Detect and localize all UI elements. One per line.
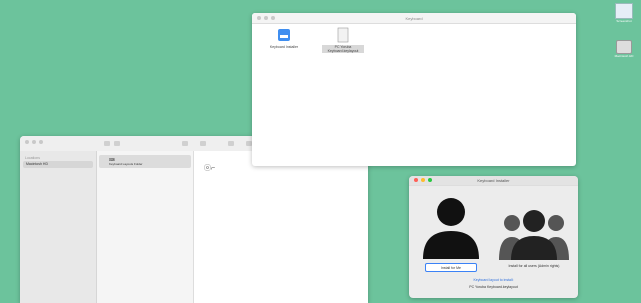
tag-icon[interactable] — [200, 141, 206, 146]
image-file-icon — [615, 3, 633, 19]
view-toggle-icon[interactable] — [104, 141, 110, 146]
desktop-icon-label: Macintosh HD — [614, 54, 634, 58]
sidebar-item-macintosh-hd[interactable]: Macintosh HD — [23, 161, 93, 168]
folder-titlebar: Keyboard — [252, 13, 576, 24]
install-for-all-users-label[interactable]: Install for all users (Admin rights) — [503, 264, 565, 269]
single-user-icon[interactable] — [421, 193, 481, 259]
file-keyboard-installer[interactable]: Keyboard Installer — [262, 27, 306, 49]
file-label: PC Yoruba Keyboard.keylayout — [322, 45, 364, 53]
install-for-me-button[interactable]: Install for Me — [425, 263, 477, 272]
list-item-label: Keyboard Layouts Folder — [109, 162, 143, 166]
finder-column: ⌨ Keyboard Layouts Folder — [97, 151, 194, 303]
hard-drive-icon — [616, 40, 632, 54]
keyboard-preview-icon: ⓞ⌐ — [204, 165, 216, 172]
window-title: Keyboard — [405, 16, 423, 21]
installer-window: Keyboard Installer Install for Me Instal… — [409, 176, 578, 298]
file-label: Keyboard Installer — [269, 45, 299, 49]
layout-name: PC Yoruba Keyboard.keylayout — [469, 285, 518, 289]
grid-view-icon[interactable] — [114, 141, 120, 146]
share-icon[interactable] — [182, 141, 188, 146]
installer-titlebar: Keyboard Installer — [409, 176, 578, 186]
window-title: Keyboard Installer — [477, 178, 510, 183]
desktop-icon-screenshot[interactable]: Screenshot — [610, 3, 638, 23]
more-icon[interactable] — [228, 141, 234, 146]
document-icon — [337, 27, 349, 43]
finder-sidebar: Locations Macintosh HD — [20, 151, 97, 303]
finder-preview: ⓞ⌐ — [194, 151, 368, 303]
window-controls — [25, 140, 43, 144]
file-keylayout[interactable]: PC Yoruba Keyboard.keylayout — [322, 27, 364, 53]
list-item[interactable]: ⌨ Keyboard Layouts Folder — [99, 155, 191, 168]
all-users-icon[interactable] — [499, 206, 569, 260]
close-button[interactable] — [25, 140, 29, 144]
zoom-button[interactable] — [39, 140, 43, 144]
minimize-button[interactable] — [32, 140, 36, 144]
keyboard-folder-window: Keyboard Keyboard Installer PC Yoruba Ke… — [252, 13, 576, 166]
desktop-icon-label: Screenshot — [616, 19, 632, 23]
desktop-icon-macintosh-hd[interactable]: Macintosh HD — [612, 40, 636, 58]
sidebar-heading: Locations — [25, 156, 40, 160]
install-layout-link[interactable]: Keyboard layout to install: — [409, 278, 578, 282]
app-icon — [278, 29, 290, 41]
